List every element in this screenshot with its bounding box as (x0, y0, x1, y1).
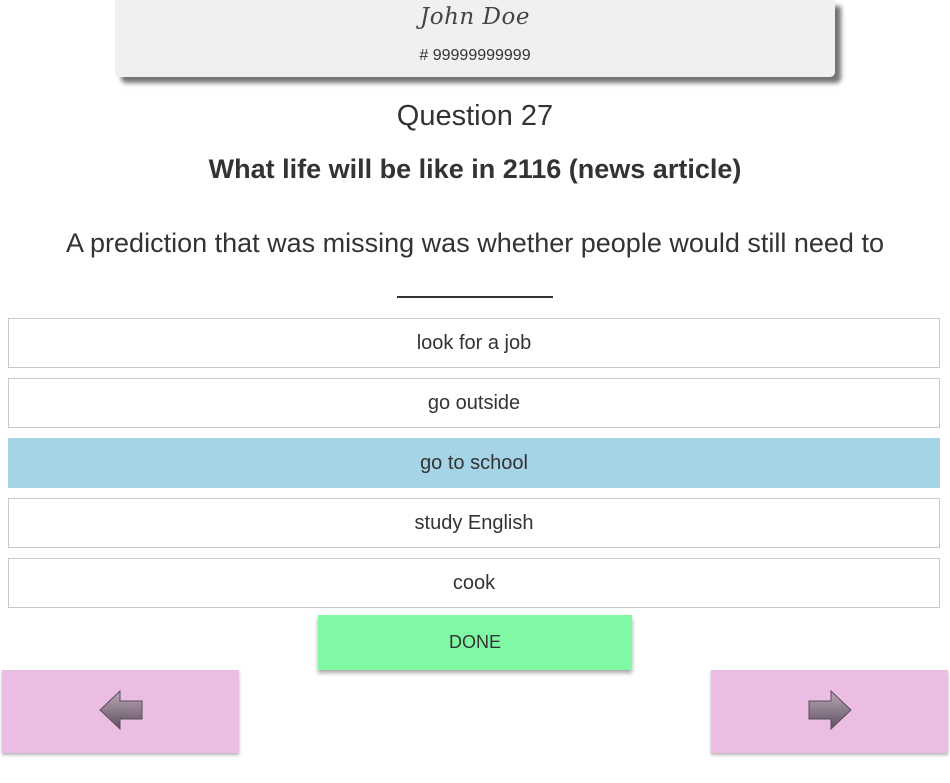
student-name: John Doe (420, 4, 530, 30)
answer-option-selected[interactable]: go to school (8, 438, 940, 488)
quiz-page: John Doe # 99999999999 Question 27 What … (0, 0, 950, 783)
answer-option[interactable]: study English (8, 498, 940, 548)
previous-button[interactable] (2, 670, 239, 753)
answer-option[interactable]: look for a job (8, 318, 940, 368)
student-id: # 99999999999 (419, 47, 531, 64)
question-number: Question 27 (396, 100, 554, 132)
arrow-right-icon (808, 689, 852, 731)
student-card: John Doe # 99999999999 (115, 0, 835, 77)
answer-option[interactable]: go outside (8, 378, 940, 428)
done-button[interactable]: DONE (318, 615, 632, 670)
next-button[interactable] (711, 670, 948, 753)
answer-blank (397, 280, 553, 298)
question-prompt: A prediction that was missing was whethe… (25, 220, 925, 312)
answer-option[interactable]: cook (8, 558, 940, 608)
article-title: What life will be like in 2116 (news art… (208, 154, 742, 184)
question-prompt-text: A prediction that was missing was whethe… (66, 228, 884, 258)
arrow-left-icon (99, 689, 143, 731)
